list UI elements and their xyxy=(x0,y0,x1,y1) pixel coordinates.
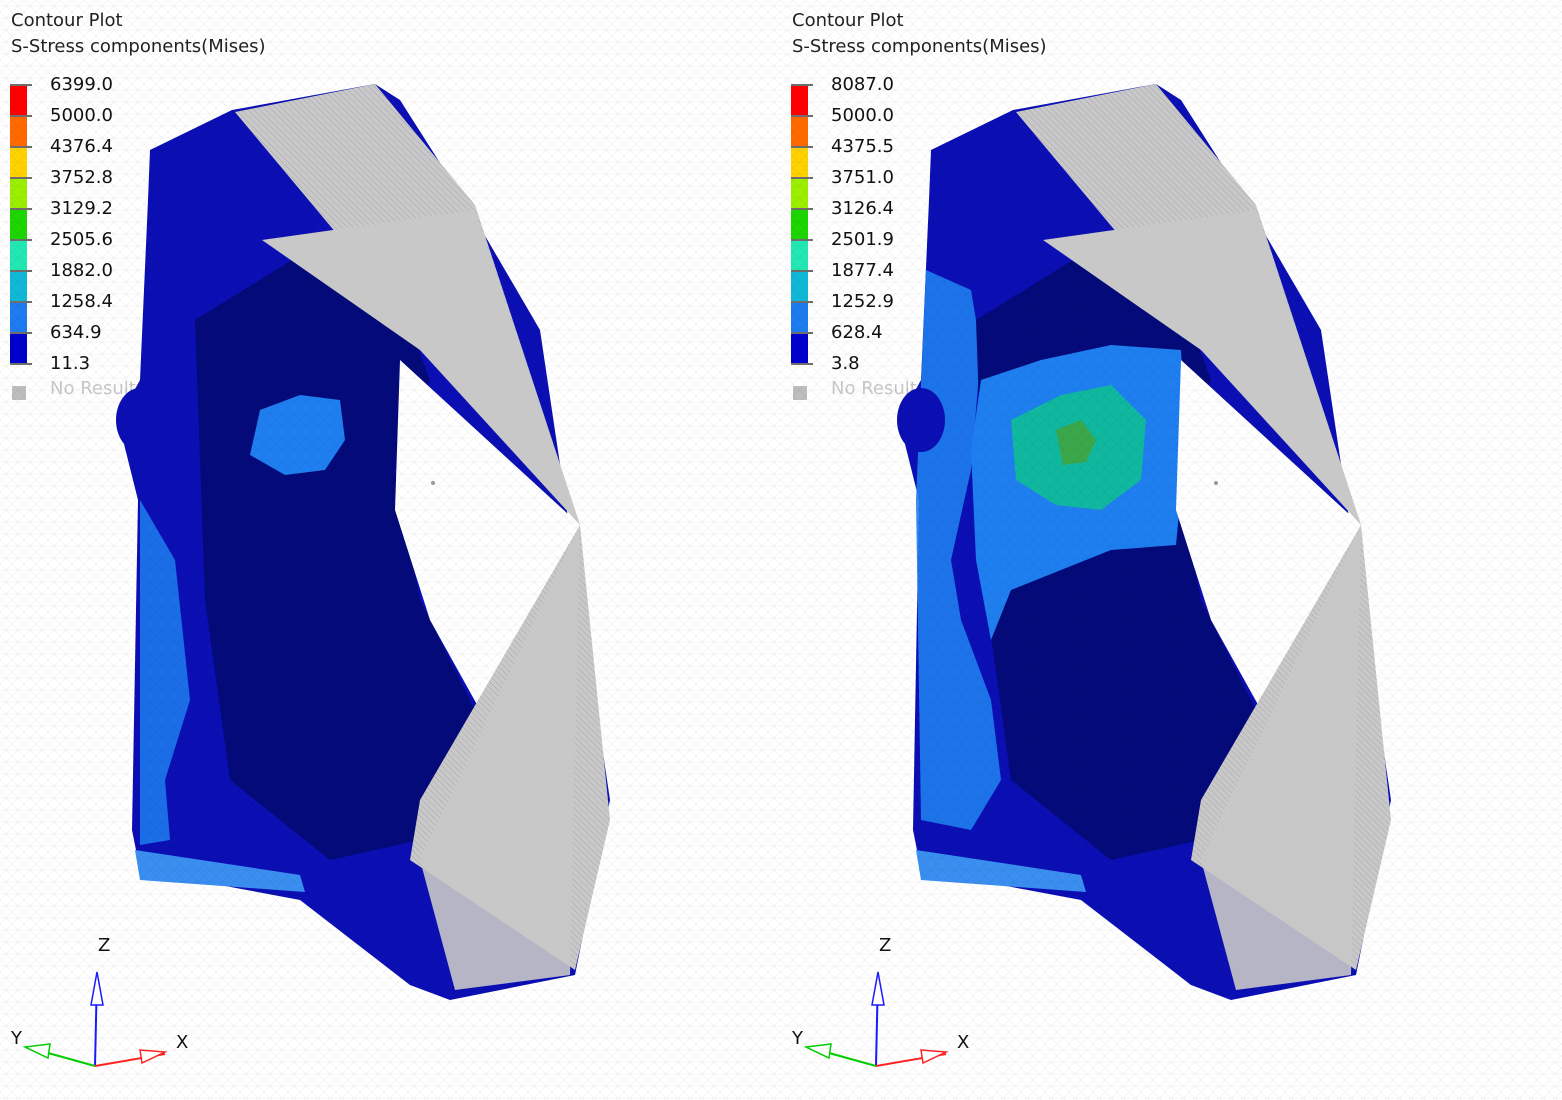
y-axis-label: Y xyxy=(792,1028,803,1049)
y-axis-label: Y xyxy=(11,1028,22,1049)
x-axis-label: X xyxy=(176,1032,189,1053)
contour-viewport-left[interactable]: Contour Plot S-Stress components(Mises) … xyxy=(0,0,781,1100)
z-axis-arrow xyxy=(90,971,104,1006)
axis-triad: Z Y X xyxy=(0,930,220,1080)
z-axis-label: Z xyxy=(879,935,892,956)
z-axis-label: Z xyxy=(98,935,111,956)
y-axis-arrow xyxy=(22,1043,51,1060)
x-axis-label: X xyxy=(957,1032,970,1053)
contour-viewport-right[interactable]: Contour Plot S-Stress components(Mises) … xyxy=(781,0,1562,1100)
z-axis-arrow xyxy=(871,971,885,1006)
axis-triad: Z Y X xyxy=(781,930,1001,1080)
y-axis-arrow xyxy=(803,1043,832,1060)
x-axis-arrow xyxy=(920,1049,949,1065)
x-axis-arrow xyxy=(139,1049,168,1065)
